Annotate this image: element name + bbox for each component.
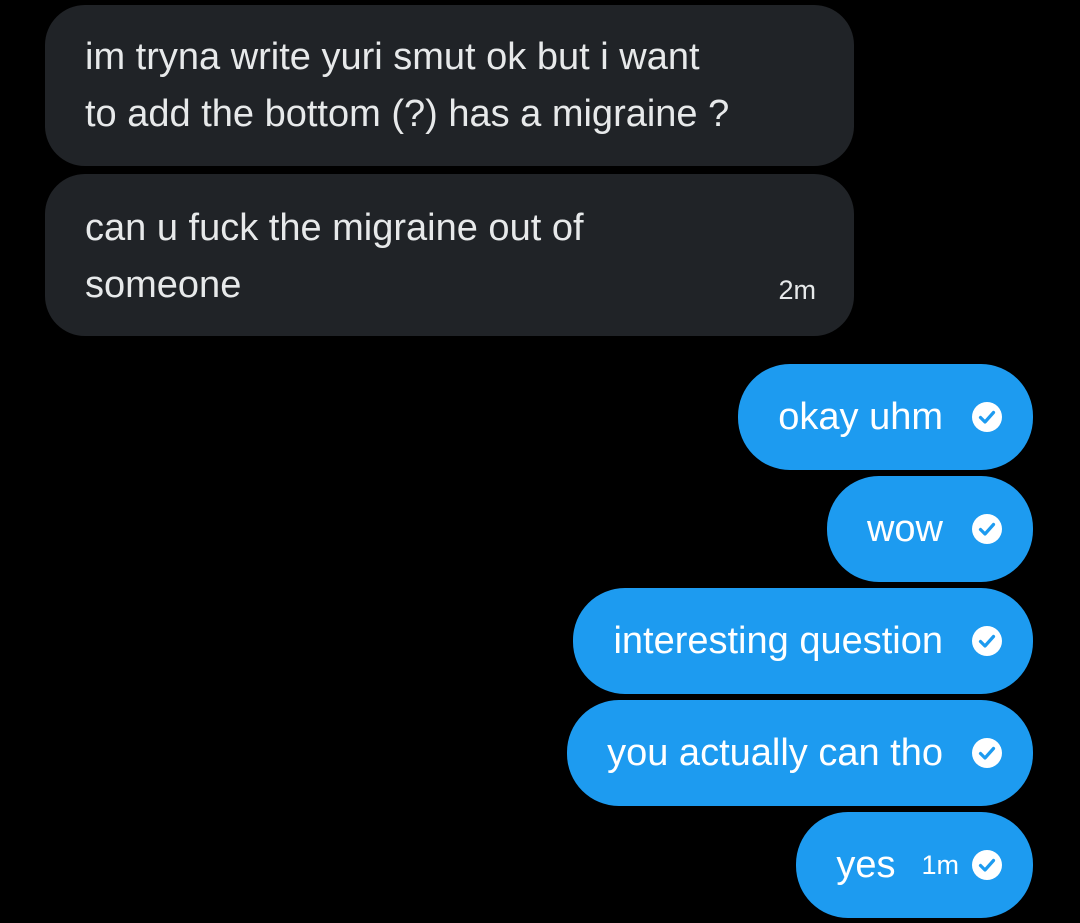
incoming-message[interactable]: im tryna write yuri smut ok but i want t… [45, 5, 854, 166]
message-text: wow [866, 507, 943, 550]
message-timestamp: 1m [921, 849, 959, 880]
sent-check-icon [972, 514, 1002, 544]
sent-check-icon [972, 850, 1002, 880]
outgoing-message[interactable]: interesting question [573, 588, 1033, 694]
message-text: interesting question [613, 619, 943, 662]
message-text: yes [836, 843, 896, 886]
message-timestamp: 2m [778, 275, 816, 305]
incoming-message[interactable]: can u fuck the migraine out of someone 2… [45, 174, 854, 336]
sent-check-icon [972, 626, 1002, 656]
outgoing-message[interactable]: you actually can tho [567, 700, 1033, 806]
sent-check-icon [972, 738, 1002, 768]
outgoing-message[interactable]: wow [826, 476, 1033, 582]
outgoing-message[interactable]: okay uhm [738, 364, 1033, 470]
outgoing-message[interactable]: yes 1m [796, 812, 1033, 918]
message-text: can u fuck the migraine out of someone [85, 207, 584, 306]
message-text: you actually can tho [607, 731, 943, 774]
sent-check-icon [972, 402, 1002, 432]
message-thread: im tryna write yuri smut ok but i want t… [0, 0, 1080, 923]
message-text: im tryna write yuri smut ok but i want t… [85, 36, 730, 135]
message-text: okay uhm [778, 395, 943, 438]
